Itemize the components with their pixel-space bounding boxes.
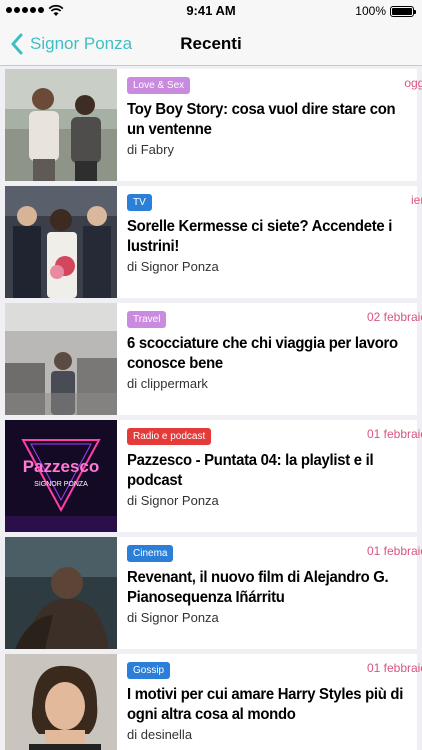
category-badge: Gossip [127, 662, 171, 679]
article-author: di Signor Ponza [127, 610, 219, 625]
status-bar: 9:41 AM 100% [0, 0, 422, 22]
article-thumbnail: Pazzesco SIGNOR PONZA [5, 420, 117, 532]
article-author: di clippermark [127, 376, 208, 391]
article-title: 6 scocciature che chi viaggia per lavoro… [127, 335, 398, 372]
battery-icon [390, 6, 416, 17]
article-row[interactable]: TV ieri Sorelle Kermesse ci siete? Accen… [5, 186, 422, 298]
battery-percentage: 100% [355, 4, 386, 18]
pazzesco-sub: SIGNOR PONZA [34, 481, 88, 488]
article-author: di desinella [127, 727, 193, 742]
article-date: 01 febbraio [366, 427, 422, 441]
category-badge: Radio e podcast [127, 428, 212, 445]
article-date: 02 febbraio [366, 310, 422, 324]
article-row[interactable]: Travel 02 febbraio 6 scocciature che chi… [5, 303, 422, 415]
article-title: Sorelle Kermesse ci siete? Accendete i l… [127, 218, 393, 255]
article-thumbnail [5, 537, 117, 649]
article-row[interactable]: Love & Sex oggi Toy Boy Story: cosa vuol… [5, 69, 422, 181]
article-thumbnail [5, 303, 117, 415]
article-author: di Fabry [127, 142, 174, 157]
article-date: oggi [404, 76, 422, 90]
category-badge: TV [127, 194, 152, 211]
article-date: 01 febbraio [366, 544, 422, 558]
article-title: Toy Boy Story: cosa vuol dire stare con … [127, 101, 396, 138]
article-title: Pazzesco - Puntata 04: la playlist e il … [127, 452, 374, 489]
pazzesco-logo: Pazzesco [23, 457, 100, 476]
article-date: 01 febbraio [366, 661, 422, 675]
article-row[interactable]: Gossip 01 febbraio I motivi per cui amar… [5, 654, 422, 750]
article-author: di Signor Ponza [127, 259, 219, 274]
page-title: Recenti [180, 34, 242, 53]
article-thumbnail [5, 69, 117, 181]
category-badge: Travel [127, 311, 167, 328]
navigation-bar: Signor Ponza Recenti [0, 22, 422, 66]
article-row[interactable]: Pazzesco SIGNOR PONZA Radio e podcast 01… [5, 420, 422, 532]
article-thumbnail [5, 186, 117, 298]
article-title: Revenant, il nuovo film di Alejandro G. … [127, 569, 389, 606]
article-thumbnail [5, 654, 117, 750]
article-title: I motivi per cui amare Harry Styles più … [127, 686, 404, 723]
category-badge: Cinema [127, 545, 174, 562]
article-row[interactable]: Cinema 01 febbraio Revenant, il nuovo fi… [5, 537, 422, 649]
article-author: di Signor Ponza [127, 493, 219, 508]
category-badge: Love & Sex [127, 77, 191, 94]
article-date: ieri [410, 193, 422, 207]
